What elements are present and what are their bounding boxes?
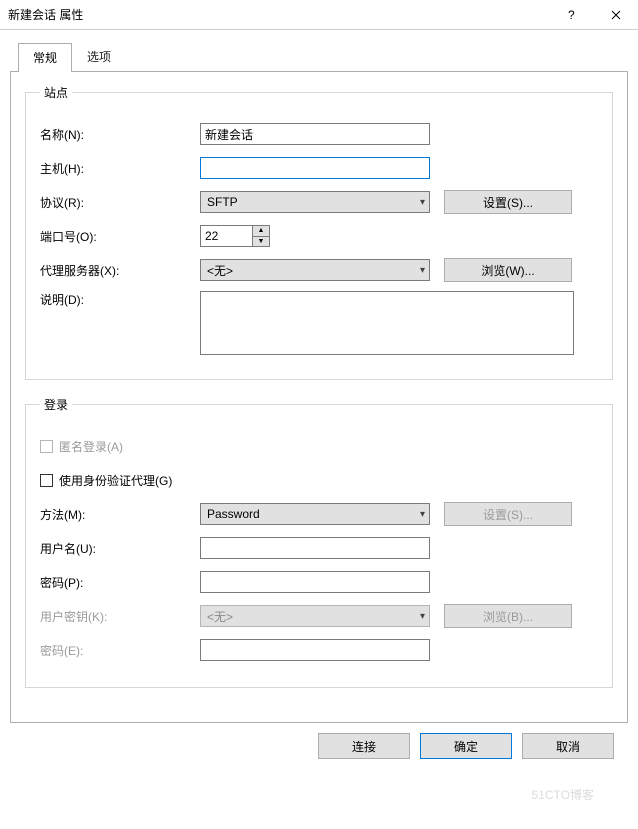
protocol-settings-button[interactable]: 设置(S)... <box>444 190 572 214</box>
desc-label: 说明(D): <box>40 291 200 308</box>
protocol-label: 协议(R): <box>40 194 200 211</box>
svg-text:?: ? <box>568 8 575 22</box>
chevron-down-icon: ▾ <box>420 197 425 208</box>
spin-up-icon[interactable]: ▲ <box>253 226 269 237</box>
chevron-down-icon: ▾ <box>420 509 425 520</box>
method-value: Password <box>207 507 260 521</box>
pass-label: 密码(P): <box>40 574 200 591</box>
spin-down-icon[interactable]: ▼ <box>253 237 269 247</box>
watermark-text: 51CTO博客 <box>532 786 594 803</box>
pass-input[interactable] <box>200 571 430 593</box>
key-browse-button: 浏览(B)... <box>444 604 572 628</box>
tab-general[interactable]: 常规 <box>18 43 72 72</box>
chevron-down-icon: ▾ <box>420 265 425 276</box>
checkbox-box-icon <box>40 440 53 453</box>
name-input[interactable] <box>200 123 430 145</box>
key-select: <无> ▾ <box>200 605 430 627</box>
help-button[interactable]: ? <box>550 0 594 30</box>
close-button[interactable] <box>594 0 638 30</box>
port-input[interactable] <box>200 225 252 247</box>
login-group: 登录 匿名登录(A) 使用身份验证代理(G) 方法(M): Password <box>25 396 613 688</box>
titlebar: 新建会话 属性 ? <box>0 0 638 30</box>
protocol-value: SFTP <box>207 195 238 209</box>
tabstrip: 常规 选项 <box>10 42 628 71</box>
method-select[interactable]: Password ▾ <box>200 503 430 525</box>
dialog-footer: 连接 确定 取消 <box>10 723 628 773</box>
cancel-button[interactable]: 取消 <box>522 733 614 759</box>
port-spinner[interactable]: ▲ ▼ <box>200 225 430 247</box>
user-label: 用户名(U): <box>40 540 200 557</box>
agent-checkbox[interactable]: 使用身份验证代理(G) <box>40 472 172 489</box>
agent-label: 使用身份验证代理(G) <box>59 472 172 489</box>
site-legend: 站点 <box>40 84 72 101</box>
close-icon <box>611 10 621 20</box>
ok-button[interactable]: 确定 <box>420 733 512 759</box>
protocol-select[interactable]: SFTP ▾ <box>200 191 430 213</box>
desc-textarea[interactable] <box>200 291 574 355</box>
proxy-value: <无> <box>207 262 233 279</box>
key-value: <无> <box>207 608 233 625</box>
keypass-label: 密码(E): <box>40 642 200 659</box>
anon-label: 匿名登录(A) <box>59 438 123 455</box>
chevron-down-icon: ▾ <box>420 611 425 622</box>
keypass-input <box>200 639 430 661</box>
method-label: 方法(M): <box>40 506 200 523</box>
checkbox-box-icon <box>40 474 53 487</box>
port-label: 端口号(O): <box>40 228 200 245</box>
tab-panel: 站点 名称(N): 主机(H): 协议(R): SFTP ▾ 设置(S)... <box>10 71 628 723</box>
connect-button[interactable]: 连接 <box>318 733 410 759</box>
login-legend: 登录 <box>40 396 72 413</box>
tab-options[interactable]: 选项 <box>72 42 126 71</box>
proxy-browse-button[interactable]: 浏览(W)... <box>444 258 572 282</box>
host-label: 主机(H): <box>40 160 200 177</box>
host-input[interactable] <box>200 157 430 179</box>
user-input[interactable] <box>200 537 430 559</box>
proxy-select[interactable]: <无> ▾ <box>200 259 430 281</box>
window-title: 新建会话 属性 <box>0 6 550 23</box>
proxy-label: 代理服务器(X): <box>40 262 200 279</box>
site-group: 站点 名称(N): 主机(H): 协议(R): SFTP ▾ 设置(S)... <box>25 84 613 380</box>
key-label: 用户密钥(K): <box>40 608 200 625</box>
anon-checkbox: 匿名登录(A) <box>40 438 123 455</box>
method-settings-button: 设置(S)... <box>444 502 572 526</box>
name-label: 名称(N): <box>40 126 200 143</box>
